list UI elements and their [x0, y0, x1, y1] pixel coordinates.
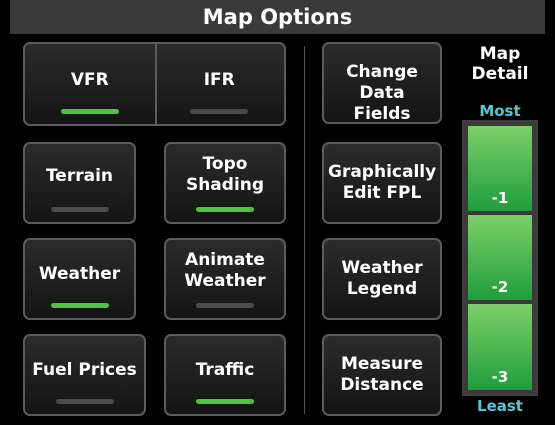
map-detail-level-1-label: -1	[491, 189, 509, 207]
weather-label: Weather	[38, 264, 121, 284]
ifr-button[interactable]: IFR	[155, 44, 285, 124]
map-detail-level-3-label: -3	[491, 368, 509, 386]
map-detail-title: Map Detail	[471, 44, 529, 84]
traffic-label: Traffic	[195, 360, 255, 380]
vfr-label: VFR	[70, 70, 109, 90]
fuel-prices-label: Fuel Prices	[32, 360, 137, 380]
graphically-edit-fpl-label: Graphically Edit FPL	[328, 162, 437, 203]
animate-weather-label: Animate Weather	[184, 250, 266, 291]
measure-distance-label: Measure Distance	[340, 354, 424, 395]
animate-weather-button[interactable]: Animate Weather	[164, 238, 286, 320]
vfr-button[interactable]: VFR	[25, 44, 155, 124]
terrain-button[interactable]: Terrain	[23, 142, 136, 224]
topo-shading-label: Topo Shading	[185, 154, 265, 195]
terrain-indicator	[50, 207, 109, 212]
map-detail-most-label: Most	[479, 102, 521, 120]
change-data-fields-label: Change Data Fields	[346, 62, 418, 124]
traffic-indicator	[196, 399, 254, 404]
map-detail-least-label: Least	[477, 397, 523, 415]
change-data-fields-button[interactable]: Change Data Fields	[322, 42, 442, 124]
vfr-indicator	[60, 109, 119, 114]
graphically-edit-fpl-button[interactable]: Graphically Edit FPL	[322, 142, 442, 224]
topo-shading-button[interactable]: Topo Shading	[164, 142, 286, 224]
topo-shading-indicator	[196, 207, 254, 212]
map-detail-level-1[interactable]: -1	[468, 126, 532, 211]
map-detail-level-2-label: -2	[491, 278, 509, 296]
map-detail-level-2[interactable]: -2	[468, 215, 532, 300]
animate-weather-indicator	[196, 303, 254, 308]
weather-indicator	[50, 303, 109, 308]
page-title: Map Options	[10, 0, 545, 34]
weather-button[interactable]: Weather	[23, 238, 136, 320]
weather-legend-label: Weather Legend	[341, 258, 423, 299]
fuel-prices-button[interactable]: Fuel Prices	[23, 334, 146, 416]
map-options-screen: Map Options VFR IFR Terrain Topo Shading…	[0, 0, 555, 425]
weather-legend-button[interactable]: Weather Legend	[322, 238, 442, 320]
measure-distance-button[interactable]: Measure Distance	[322, 334, 442, 416]
ifr-indicator	[190, 109, 249, 114]
map-detail-level-3[interactable]: -3	[468, 304, 532, 390]
ifr-label: IFR	[203, 70, 235, 90]
fuel-prices-indicator	[55, 399, 114, 404]
map-detail-slider[interactable]: -1 -2 -3	[462, 120, 538, 396]
vfr-ifr-toggle: VFR IFR	[23, 42, 286, 126]
traffic-button[interactable]: Traffic	[164, 334, 286, 416]
column-divider	[304, 46, 305, 414]
terrain-label: Terrain	[45, 166, 114, 186]
